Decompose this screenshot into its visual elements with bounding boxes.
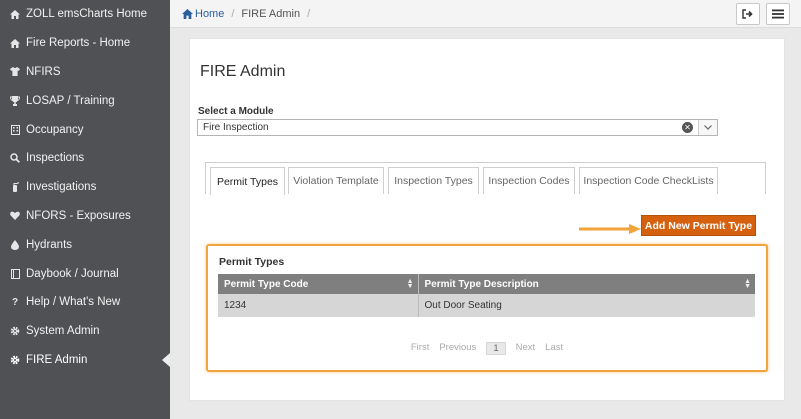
top-bar: Home / FIRE Admin /: [170, 0, 801, 28]
sidebar-item-label: System Admin: [26, 325, 100, 338]
main-card: FIRE Admin Select a Module Fire Inspecti…: [189, 38, 785, 401]
permit-types-table: Permit Type Code ▲ ▼ Permit Type Descript…: [218, 274, 755, 317]
home-icon: [9, 38, 21, 48]
column-header-permit-type-description[interactable]: Permit Type Description ▲ ▼: [417, 274, 755, 294]
sidebar-item-system-admin[interactable]: System Admin: [0, 317, 170, 346]
tab-inspection-code-checklists[interactable]: Inspection Code CheckLists: [579, 167, 718, 194]
breadcrumb-separator: /: [231, 8, 235, 20]
page-title: FIRE Admin: [200, 63, 286, 80]
table-header-row: Permit Type Code ▲ ▼ Permit Type Descript…: [218, 274, 755, 294]
heart-icon: [9, 211, 21, 221]
dropdown-toggle[interactable]: [698, 120, 717, 135]
sign-out-button[interactable]: [736, 3, 760, 25]
tab-violation-template[interactable]: Violation Template: [288, 167, 384, 194]
sidebar-item-label: Investigations: [26, 181, 97, 194]
sidebar-item-nfirs[interactable]: NFIRS: [0, 58, 170, 87]
hamburger-menu-icon: [772, 9, 784, 19]
sidebar-item-label: NFORS - Exposures: [26, 209, 131, 222]
table-cell-description: Out Door Seating: [417, 294, 755, 317]
add-new-permit-type-button[interactable]: Add New Permit Type: [641, 215, 756, 236]
sidebar-item-label: NFIRS: [26, 65, 61, 78]
tab-permit-types[interactable]: Permit Types: [210, 167, 285, 195]
tab-inspection-codes[interactable]: Inspection Codes: [483, 167, 575, 194]
fire-extinguisher-icon: [9, 182, 21, 193]
sidebar-item-help-whats-new[interactable]: ? Help / What's New: [0, 288, 170, 317]
sidebar-item-label: Inspections: [26, 152, 85, 165]
module-select-value: Fire Inspection: [203, 122, 269, 133]
pager-previous[interactable]: Previous: [439, 342, 476, 355]
pager-last[interactable]: Last: [545, 342, 563, 355]
sidebar-item-label: LOSAP / Training: [26, 94, 115, 107]
pager-current-page[interactable]: 1: [486, 342, 506, 355]
sidebar-item-label: Fire Reports - Home: [26, 37, 131, 50]
module-select-label: Select a Module: [198, 106, 274, 117]
sidebar-item-inspections[interactable]: Inspections: [0, 144, 170, 173]
sidebar-item-losap-training[interactable]: LOSAP / Training: [0, 86, 170, 115]
column-header-permit-type-code[interactable]: Permit Type Code ▲ ▼: [218, 274, 418, 294]
shirt-icon: [9, 67, 21, 77]
breadcrumb-home-label: Home: [195, 8, 225, 20]
pager-first[interactable]: First: [411, 342, 429, 355]
drop-icon: [9, 239, 21, 250]
search-icon: [9, 153, 21, 164]
sidebar-item-hydrants[interactable]: Hydrants: [0, 230, 170, 259]
gear-icon: [9, 326, 21, 336]
sidebar-item-fire-reports-home[interactable]: Fire Reports - Home: [0, 29, 170, 58]
pager-next[interactable]: Next: [516, 342, 536, 355]
sign-out-icon: [742, 9, 753, 19]
sidebar-item-investigations[interactable]: Investigations: [0, 173, 170, 202]
home-icon: [182, 9, 193, 19]
sidebar-item-label: Occupancy: [26, 123, 84, 136]
sidebar: ZOLL emsCharts Home Fire Reports - Home …: [0, 0, 170, 419]
sort-icon: ▲ ▼: [406, 278, 414, 290]
breadcrumb-separator: /: [307, 8, 311, 20]
trophy-icon: [9, 95, 21, 106]
breadcrumb-home-link[interactable]: Home: [182, 8, 224, 20]
tab-inspection-types[interactable]: Inspection Types: [388, 167, 479, 194]
sort-icon: ▲ ▼: [744, 278, 751, 290]
sidebar-item-occupancy[interactable]: Occupancy: [0, 115, 170, 144]
column-header-label: Permit Type Description: [424, 278, 539, 290]
pagination: First Previous 1 Next Last: [208, 342, 766, 355]
chevron-down-icon: [704, 125, 712, 130]
breadcrumb: Home / FIRE Admin /: [182, 8, 317, 20]
table-row[interactable]: 1234 Out Door Seating: [218, 294, 755, 317]
sidebar-item-daybook-journal[interactable]: Daybook / Journal: [0, 259, 170, 288]
sidebar-item-nfors-exposures[interactable]: NFORS - Exposures: [0, 202, 170, 231]
sidebar-item-zoll-home[interactable]: ZOLL emsCharts Home: [0, 0, 170, 29]
sidebar-item-label: Daybook / Journal: [26, 267, 119, 280]
breadcrumb-current: FIRE Admin: [241, 8, 301, 20]
sidebar-item-label: Hydrants: [26, 238, 73, 251]
permit-types-title: Permit Types: [219, 256, 285, 268]
clear-selection-icon[interactable]: ✕: [682, 122, 693, 133]
sidebar-item-fire-admin[interactable]: FIRE Admin: [0, 346, 170, 375]
gear-icon: [9, 355, 21, 365]
permit-types-panel: Permit Types Permit Type Code ▲ ▼ Permit …: [206, 244, 768, 372]
sidebar-item-label: FIRE Admin: [26, 353, 88, 366]
table-cell-code: 1234: [218, 294, 418, 317]
menu-button[interactable]: [766, 3, 790, 25]
sidebar-item-label: ZOLL emsCharts Home: [26, 8, 147, 21]
module-select[interactable]: Fire Inspection ✕: [197, 119, 718, 136]
building-icon: [9, 124, 21, 135]
home-icon: [9, 9, 21, 19]
sidebar-item-label: Help / What's New: [26, 296, 121, 309]
book-icon: [9, 268, 21, 279]
question-icon: ?: [11, 296, 19, 308]
tab-bar: Permit Types Violation Template Inspecti…: [205, 162, 766, 195]
callout-arrow-icon: [579, 224, 641, 234]
column-header-label: Permit Type Code: [224, 278, 309, 290]
